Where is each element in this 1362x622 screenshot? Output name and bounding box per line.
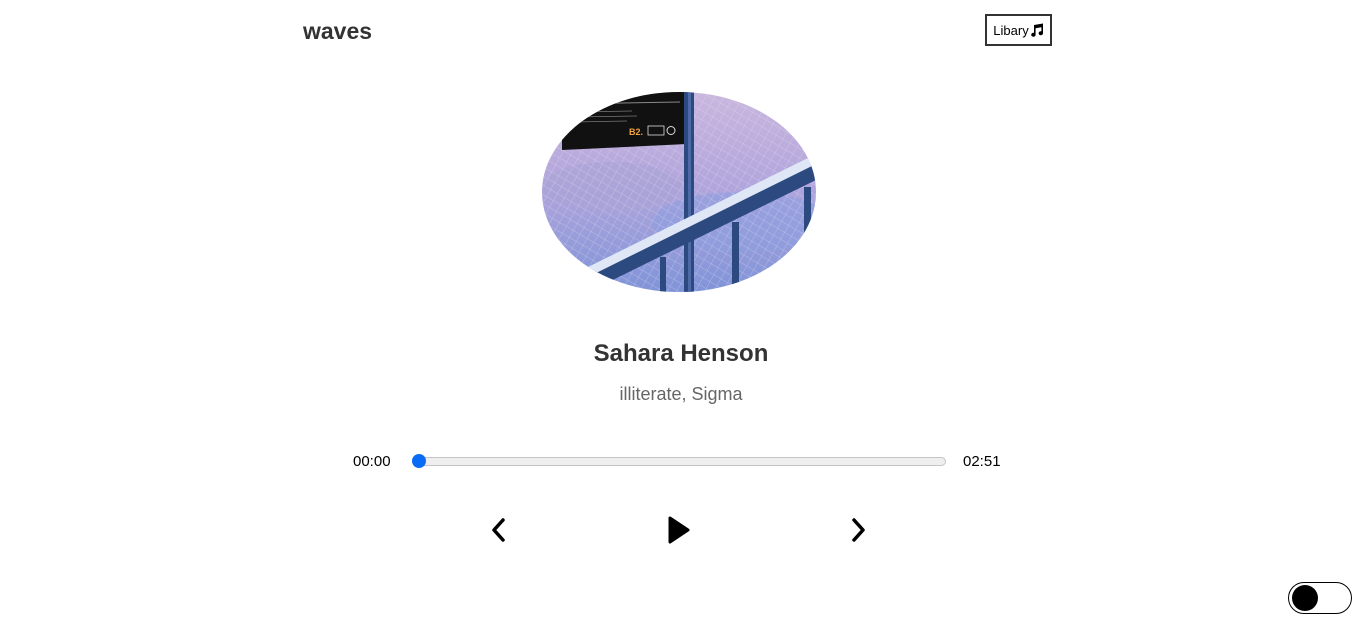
album-cover: B2. [542,92,816,292]
cover-badge-text: B2. [629,127,643,137]
library-button-label: Libary [993,22,1029,38]
brand-logo[interactable]: waves [303,18,372,45]
duration-time: 02:51 [963,453,1001,470]
progress-track[interactable] [414,457,946,466]
play-button[interactable] [662,514,694,546]
next-button[interactable] [842,514,874,546]
theme-toggle[interactable] [1288,582,1352,614]
song-title: Sahara Henson [593,340,769,367]
toggle-knob [1292,585,1318,611]
chevron-right-icon [852,518,865,542]
music-player-page: waves Libary B2. Sahara Henson illiterat… [0,0,1362,622]
library-button[interactable]: Libary [985,14,1052,46]
previous-button[interactable] [483,514,515,546]
play-icon [668,516,690,544]
progress-thumb[interactable] [412,454,426,468]
song-artist: illiterate, Sigma [619,384,743,404]
chevron-left-icon [492,518,505,542]
music-note-icon [1030,23,1044,37]
current-time: 00:00 [353,453,391,470]
